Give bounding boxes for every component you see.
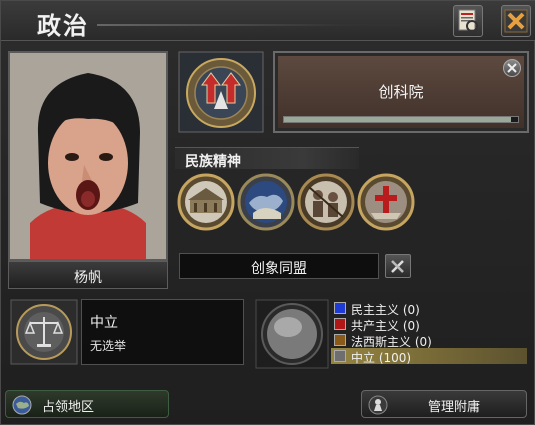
ledger-button[interactable] [453, 5, 483, 37]
spirit-building-icon[interactable] [177, 173, 235, 231]
ruling-party-name: 中立 [90, 315, 118, 331]
pawn-icon [368, 395, 388, 415]
ledger-icon [458, 9, 480, 35]
party-popularity-legend: 民主主义 (0) 共产主义 (0) 法西斯主义 (0) 中立 (100) [331, 297, 527, 367]
legend-swatch [334, 302, 346, 314]
occupied-territories-label: 占领地区 [42, 400, 95, 415]
election-status: 无选举 [90, 339, 127, 353]
national-spirit-header: 民族精神 [175, 147, 359, 170]
ruling-party-emblem[interactable] [10, 299, 78, 365]
legend-item-neutrality[interactable]: 中立 (100) [331, 348, 527, 365]
close-icon [504, 9, 528, 33]
research-label: 创科院 [378, 83, 424, 101]
occupied-territories-button[interactable]: 占领地区 [5, 390, 169, 418]
leader-name: 杨帆 [74, 270, 102, 286]
legend-label: 中立 (100) [351, 351, 412, 365]
faction-name: 创象同盟 [251, 261, 307, 277]
research-progress-bar [283, 116, 519, 123]
spirit-red-cross-icon[interactable] [357, 173, 415, 231]
legend-item-democratic[interactable]: 民主主义 (0) [331, 300, 527, 317]
research-progress-fill [284, 117, 511, 122]
legend-item-communism[interactable]: 共产主义 (0) [331, 316, 527, 333]
faction-action-button[interactable] [385, 254, 411, 278]
legend-swatch [334, 334, 346, 346]
manage-subjects-button[interactable]: 管理附庸 [361, 390, 527, 418]
ideology-emblem[interactable] [178, 51, 264, 133]
national-spirit-title: 民族精神 [185, 154, 241, 170]
research-slot[interactable]: 创科院 [273, 51, 529, 133]
leader-name-bar: 杨帆 [8, 261, 168, 289]
politics-panel: 政治 杨帆 创科院 民族精神 创象同盟 中立 无选举 民主主义 (0) 共产主义… [0, 0, 535, 425]
legend-swatch [334, 350, 346, 362]
hammer-icon [391, 260, 404, 273]
ideology-emblem-icon [178, 51, 264, 133]
globe-icon [12, 395, 32, 415]
faction-bar[interactable]: 创象同盟 [179, 253, 379, 279]
party-popularity-pie[interactable] [255, 299, 329, 369]
spirit-soldiers-icon[interactable] [297, 173, 355, 231]
scales-icon [10, 299, 78, 365]
panel-title: 政治 [37, 12, 89, 40]
spirit-globe-icon[interactable] [237, 173, 295, 231]
header-divider [97, 24, 447, 26]
close-icon [507, 63, 517, 73]
close-button[interactable] [501, 5, 531, 37]
legend-swatch [334, 318, 346, 330]
ruling-party-box[interactable]: 中立 无选举 [81, 299, 244, 365]
legend-item-fascism[interactable]: 法西斯主义 (0) [331, 332, 527, 349]
panel-header: 政治 [1, 1, 535, 41]
research-cancel-button[interactable] [503, 59, 521, 77]
manage-subjects-label: 管理附庸 [428, 400, 481, 415]
leader-portrait[interactable] [8, 51, 168, 261]
leader-portrait-image [10, 53, 166, 259]
